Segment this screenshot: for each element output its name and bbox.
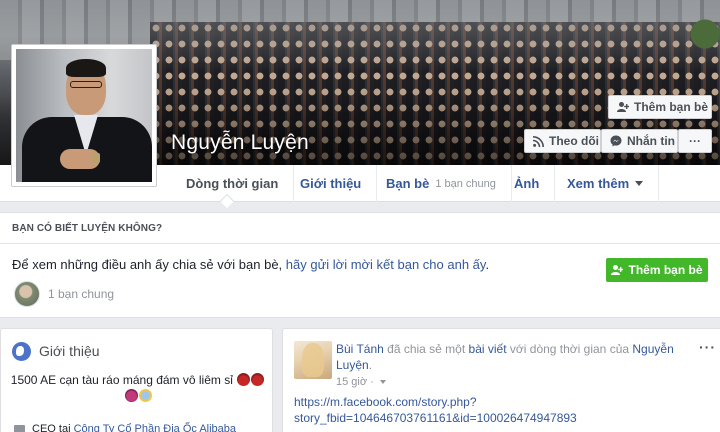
post-header: Bùi Tánh đã chia sẻ một bài viết với dòn… (336, 341, 696, 373)
add-friend-green-label: Thêm bạn bè (628, 263, 703, 277)
post-link[interactable]: https://m.facebook.com/story.php? story_… (294, 394, 577, 426)
friend-request-text: Để xem những điều anh ấy chia sẻ với bạn… (12, 257, 489, 272)
profile-name[interactable]: Nguyễn Luyện (171, 131, 309, 155)
angry-emoji-icon (237, 373, 251, 386)
friend-request-text-prefix: Để xem những điều anh ấy chia sẻ với bạn… (12, 257, 286, 272)
post-action: đã chia sẻ một (383, 342, 469, 356)
chevron-down-icon (635, 181, 644, 186)
photo-hair (66, 59, 106, 77)
devil-emoji-icon (124, 389, 138, 402)
friend-request-text-suffix: . (485, 257, 490, 272)
tab-timeline[interactable]: Dòng thời gian (171, 165, 295, 202)
angry-emoji-icon (251, 373, 265, 386)
intro-bio-text: 1500 AE cạn tàu ráo máng đám vô liêm sỉ (10, 373, 233, 387)
profile-picture[interactable] (11, 44, 157, 187)
post-action2: với dòng thời gian của (506, 342, 633, 356)
message-label: Nhắn tin (627, 134, 675, 148)
tab-friends-mutual: 1 bạn chung (435, 177, 496, 190)
intro-work: CEO tại Công Ty Cổ Phần Địa Ốc Alibaba (32, 423, 236, 432)
cover-tree (690, 10, 720, 70)
post-time-sep: · (367, 376, 377, 388)
briefcase-icon (14, 425, 25, 432)
more-options-label: ··· (689, 134, 701, 148)
add-friend-button[interactable]: Thêm bạn bè (608, 95, 712, 119)
tab-about-label: Giới thiệu (300, 176, 362, 191)
intro-title: Giới thiệu (39, 343, 100, 359)
add-friend-label: Thêm bạn bè (634, 100, 709, 114)
scream-emoji-icon (138, 389, 152, 402)
tab-more[interactable]: Xem thêm (552, 165, 660, 202)
add-friend-icon (611, 264, 624, 276)
intro-work-prefix: CEO tại (32, 423, 74, 432)
post-card: Bùi Tánh đã chia sẻ một bài viết với dòn… (282, 328, 720, 432)
mutual-friend-avatar[interactable] (14, 281, 40, 307)
friend-request-heading: BẠN CÓ BIẾT LUYỆN KHÔNG? (0, 213, 720, 244)
post-menu-button[interactable]: ··· (699, 339, 716, 355)
add-friend-icon (617, 101, 629, 113)
tab-friends-label: Bạn bè (386, 176, 430, 191)
tab-more-label: Xem thêm (567, 176, 630, 191)
globe-icon (12, 342, 31, 361)
more-options-button[interactable]: ··· (678, 129, 712, 153)
post-time-text: 15 giờ (336, 376, 368, 388)
photo-glasses (70, 81, 102, 88)
intro-card: Giới thiệu 1500 AE cạn tàu ráo máng đám … (0, 328, 273, 432)
tab-about[interactable]: Giới thiệu (285, 165, 378, 202)
messenger-icon (610, 135, 622, 147)
add-friend-green-button[interactable]: Thêm bạn bè (606, 258, 708, 282)
follow-label: Theo dõi (549, 134, 599, 148)
post-url-line2: story_fbid=104646703761161&id=1000264749… (294, 411, 577, 425)
post-timestamp[interactable]: 15 giờ · (336, 376, 386, 388)
privacy-caret-icon[interactable] (379, 380, 386, 384)
follow-button[interactable]: Theo dõi (524, 129, 601, 153)
post-author-avatar[interactable] (294, 341, 332, 379)
photo-watch (92, 153, 100, 163)
profile-photo (16, 49, 152, 182)
intro-bio: 1500 AE cạn tàu ráo máng đám vô liêm sỉ (1, 372, 274, 404)
company-link[interactable]: Công Ty Cổ Phần Địa Ốc Alibaba (74, 423, 236, 432)
tab-timeline-label: Dòng thời gian (186, 176, 279, 191)
tab-photos-label: Ảnh (514, 176, 540, 191)
post-author-link[interactable]: Bùi Tánh (336, 342, 384, 356)
message-button[interactable]: Nhắn tin (601, 129, 678, 153)
mutual-friends-count[interactable]: 1 bạn chung (48, 287, 114, 301)
post-object-link[interactable]: bài viết (469, 342, 507, 356)
tab-photos[interactable]: Ảnh (499, 165, 556, 202)
send-request-link[interactable]: hãy gửi lời mời kết bạn cho anh ấy (286, 257, 486, 272)
post-end: . (368, 358, 373, 372)
rss-icon (533, 135, 544, 147)
post-url-line1: https://m.facebook.com/story.php? (294, 395, 477, 409)
tab-friends[interactable]: Bạn bè 1 bạn chung (371, 165, 512, 202)
